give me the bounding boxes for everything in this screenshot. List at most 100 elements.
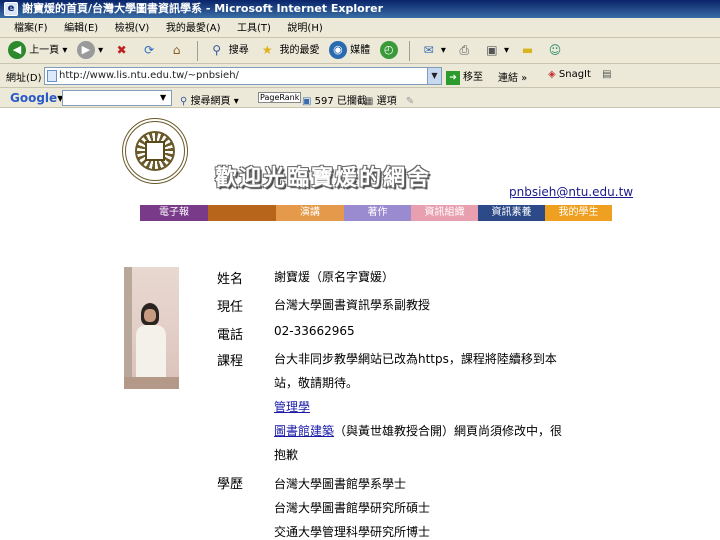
messenger-button[interactable]: ☺: [546, 40, 564, 62]
options-icon: ▦: [364, 96, 374, 107]
google-search-dropdown-icon[interactable]: ▼: [160, 93, 166, 102]
google-logo[interactable]: Google▾: [10, 91, 63, 105]
welcome-banner: 歡迎光臨寶煖的網舍: [215, 165, 432, 191]
search-icon: ⚲: [212, 43, 221, 57]
home-button[interactable]: ⌂: [168, 40, 186, 62]
print-button[interactable]: ⎙: [455, 40, 473, 62]
photo-ground: [124, 377, 179, 389]
menu-file[interactable]: 檔案(F): [14, 19, 48, 37]
nav-lectures[interactable]: 演講: [276, 205, 344, 221]
education-item: 台灣大學圖書館學研究所碩士: [274, 501, 431, 515]
course-architecture-row: 圖書館建築（與黃世雄教授合開）網頁尚須修改中，很: [274, 422, 562, 439]
go-arrow-icon: ➔: [446, 71, 460, 85]
favorites-star-icon: ★: [261, 43, 273, 57]
window-title: 謝寶煖的首頁/台灣大學圖書資訊學系 - Microsoft Internet E…: [22, 2, 384, 15]
menu-edit[interactable]: 編輯(E): [64, 19, 98, 37]
refresh-button[interactable]: ⟳: [140, 40, 158, 62]
name-value: 謝寶煖（原名字寶媛）: [274, 270, 395, 284]
options-button[interactable]: ▦ 選項 ✎: [364, 92, 414, 107]
address-dropdown-icon[interactable]: ▼: [427, 68, 441, 84]
google-search-input[interactable]: [62, 90, 172, 106]
toolbar-separator: [197, 41, 199, 61]
address-bar: 網址(D) http://www.lis.ntu.edu.tw/~pnbsieh…: [0, 64, 720, 88]
search-button[interactable]: ⚲ 搜尋: [208, 40, 249, 62]
name-label: 姓名: [217, 272, 244, 287]
snagit-button[interactable]: ◈ SnagIt ▤: [548, 69, 612, 80]
go-label: 移至: [463, 72, 483, 83]
address-input[interactable]: http://www.lis.ntu.edu.tw/~pnbsieh/ ▼: [44, 67, 442, 85]
course-management-link[interactable]: 管理學: [274, 398, 310, 415]
refresh-icon: ⟳: [144, 43, 155, 57]
pagerank-indicator[interactable]: PageRank: [258, 92, 302, 103]
education-item: 台灣大學圖書館學系學士: [274, 477, 407, 491]
note-icon: ▬: [521, 43, 534, 57]
nav-information-literacy[interactable]: 資訊素養: [478, 205, 545, 221]
go-button[interactable]: ➔ 移至: [446, 68, 483, 85]
search-label: 搜尋: [228, 45, 249, 56]
google-toolbar: Google▾ ▼ ⚲ 搜尋網頁 ▾ PageRank ▣ 597 已攔截 ▦ …: [0, 88, 720, 108]
links-button[interactable]: 連結 »: [498, 69, 527, 84]
menu-bar: 檔案(F) 編輯(E) 檢視(V) 我的最愛(A) 工具(T) 說明(H): [0, 18, 720, 38]
search-web-icon: ⚲: [180, 96, 188, 107]
nav-information-organization[interactable]: 資訊組織: [411, 205, 478, 221]
back-arrow-icon: ◀: [8, 41, 26, 59]
forward-arrow-icon: ▶: [76, 41, 95, 59]
ie-icon: e: [4, 2, 18, 16]
mail-button[interactable]: ✉ ▾: [420, 40, 446, 62]
standard-toolbar: ◀ 上一頁 ▾ ▶ ▾ ✖ ⟳ ⌂ ⚲ 搜尋 ★ 我的最愛 ◉ 媒體 ◴ ✉ ▾…: [0, 38, 720, 64]
stop-button[interactable]: ✖: [113, 40, 131, 62]
edit-button[interactable]: ▣ ▾: [483, 40, 509, 62]
course-architecture-note: （與黃世雄教授合開）網頁尚須修改中，很: [334, 424, 563, 438]
pagerank-label: PageRank: [258, 92, 302, 103]
menu-help[interactable]: 說明(H): [287, 19, 322, 37]
nav-my-students[interactable]: 我的學生: [545, 205, 612, 221]
position-value: 台灣大學圖書資訊學系副教授: [274, 298, 431, 312]
discuss-button[interactable]: ▬: [519, 40, 537, 62]
photo-face: [144, 309, 156, 322]
courses-note-line2: 站，敬請期待。: [274, 376, 359, 390]
address-label: 網址(D): [6, 73, 42, 84]
menu-favorites[interactable]: 我的最愛(A): [166, 19, 221, 37]
history-button[interactable]: ◴: [379, 40, 398, 62]
back-button[interactable]: ◀ 上一頁 ▾: [8, 40, 67, 62]
capture-icon: ▤: [602, 69, 612, 80]
snagit-label: SnagIt: [558, 69, 591, 80]
profile-photo: [124, 267, 179, 389]
favorites-button[interactable]: ★ 我的最愛: [258, 40, 320, 62]
page-viewport: 歡迎光臨寶煖的網舍 pnbsieh@ntu.edu.tw 電子報 演講 著作 資…: [0, 108, 720, 540]
links-label: 連結: [498, 73, 518, 84]
toolbar-separator: [409, 41, 411, 61]
home-icon: ⌂: [172, 43, 181, 57]
popup-blocker-icon: ▣: [302, 96, 312, 107]
google-logo-text: Google: [10, 91, 58, 105]
education-item: 交通大學管理科學研究所博士: [274, 525, 431, 539]
messenger-icon: ☺: [548, 43, 562, 57]
emblem-ring: [135, 131, 175, 171]
print-icon: ⎙: [459, 43, 470, 57]
search-web-button[interactable]: ⚲ 搜尋網頁 ▾: [180, 92, 239, 107]
menu-view[interactable]: 檢視(V): [115, 19, 150, 37]
photo-pole: [124, 267, 132, 389]
course-architecture-note-line2: 抱歉: [274, 448, 299, 462]
back-label: 上一頁: [29, 45, 60, 56]
media-label: 媒體: [350, 45, 371, 56]
highlighter-icon: ✎: [405, 96, 415, 107]
nav-blank[interactable]: [208, 205, 276, 221]
nav-publications[interactable]: 著作: [344, 205, 411, 221]
forward-button[interactable]: ▶ ▾: [76, 40, 103, 62]
phone-value: 02-33662965: [274, 324, 355, 338]
email-link[interactable]: pnbsieh@ntu.edu.tw: [509, 185, 633, 199]
history-icon: ◴: [379, 41, 398, 59]
course-library-architecture-link[interactable]: 圖書館建築: [274, 424, 334, 438]
snagit-icon: ◈: [548, 69, 556, 80]
nav-newsletter[interactable]: 電子報: [140, 205, 208, 221]
stop-icon: ✖: [116, 43, 127, 57]
search-web-label: 搜尋網頁: [190, 96, 231, 107]
menu-tools[interactable]: 工具(T): [237, 19, 271, 37]
position-label: 現任: [217, 300, 244, 315]
media-button[interactable]: ◉ 媒體: [328, 40, 371, 62]
popup-blocker-button[interactable]: ▣ 597 已攔截: [302, 92, 367, 107]
mail-icon: ✉: [423, 43, 434, 57]
courses-note-line1: 台大非同步教學網站已改為https，課程將陸續移到本: [274, 352, 557, 366]
address-url: http://www.lis.ntu.edu.tw/~pnbsieh/: [59, 70, 239, 81]
